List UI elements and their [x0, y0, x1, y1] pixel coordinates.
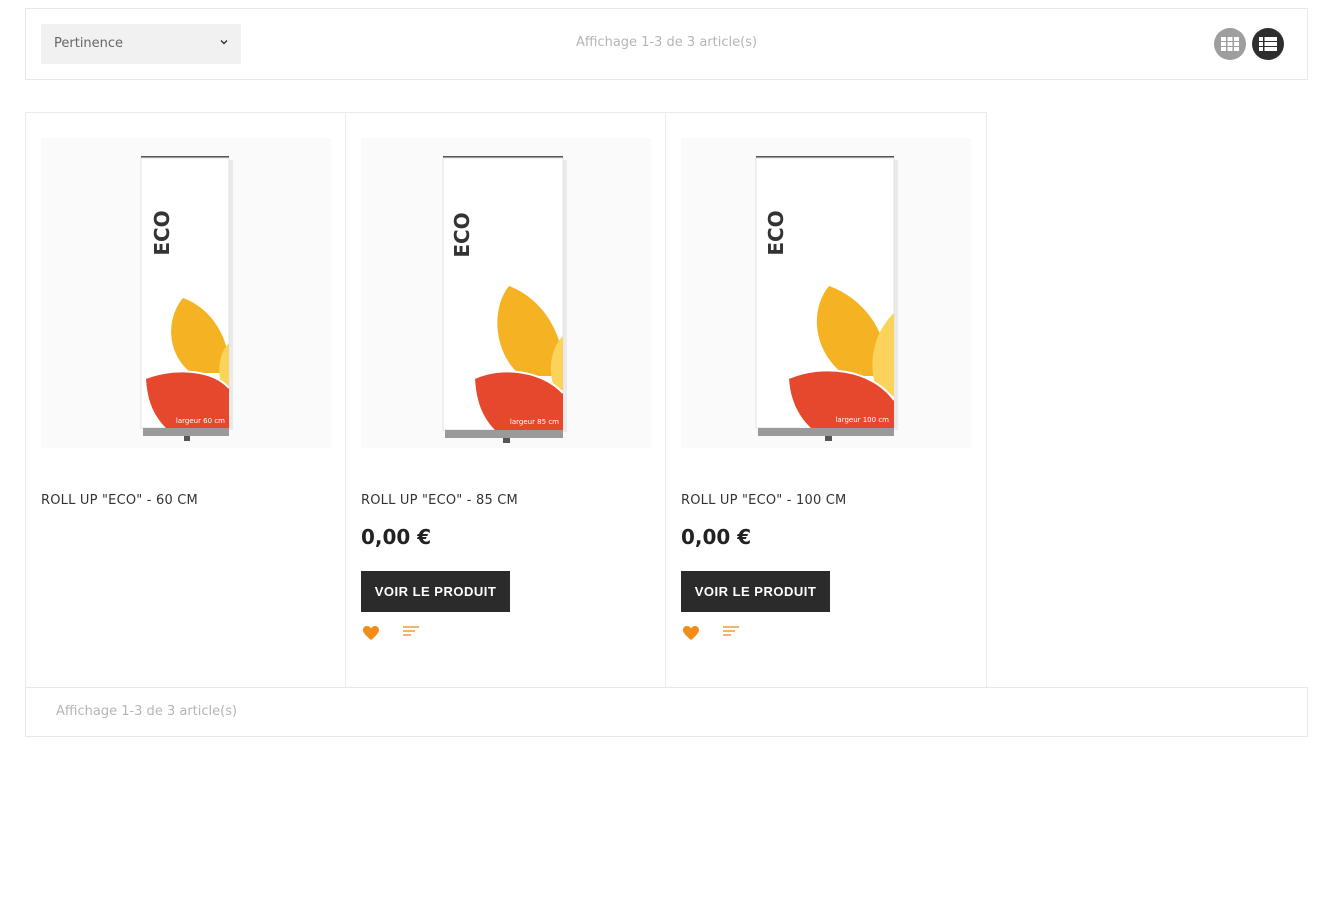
product-name[interactable]: ROLL UP "ECO" - 60 CM: [41, 493, 198, 508]
pagination-bar: Affichage 1-3 de 3 article(s): [25, 687, 1308, 737]
banner-eco-text: ECO: [764, 210, 788, 255]
product-name[interactable]: ROLL UP "ECO" - 100 CM: [681, 493, 846, 508]
product-image[interactable]: ECO largeur 60 cm: [41, 138, 331, 448]
product-list-toolbar: Pertinence Affichage 1-3 de 3 article(s): [25, 8, 1308, 80]
product-price: 0,00 €: [681, 525, 752, 549]
banner-eco-text: ECO: [150, 210, 174, 255]
results-count-bottom: Affichage 1-3 de 3 article(s): [56, 704, 238, 719]
view-product-button[interactable]: VOIR LE PRODUIT: [681, 571, 830, 612]
compare-icon[interactable]: [722, 625, 740, 639]
list-view-button[interactable]: [1252, 28, 1284, 60]
grid-view-button[interactable]: [1214, 28, 1246, 60]
heart-icon[interactable]: [682, 625, 700, 641]
product-card: ECO largeur 60 cm ROLL UP "ECO" - 60 CM: [25, 112, 345, 688]
product-price: 0,00 €: [361, 525, 432, 549]
banner-width-label: largeur 100 cm: [835, 416, 889, 424]
compare-icon[interactable]: [402, 625, 420, 639]
banner-width-label: largeur 60 cm: [176, 417, 225, 425]
product-card: ECO largeur 100 cm ROLL UP "ECO" - 100 C…: [665, 112, 987, 688]
product-image[interactable]: ECO largeur 85 cm: [361, 138, 651, 448]
rollup-banner-image: ECO largeur 100 cm: [755, 156, 898, 441]
rollup-banner-image: ECO largeur 85 cm: [442, 156, 567, 443]
product-image[interactable]: ECO largeur 100 cm: [681, 138, 971, 448]
product-card: ECO largeur 85 cm ROLL UP "ECO" - 85 CM …: [345, 112, 665, 688]
view-product-button[interactable]: VOIR LE PRODUIT: [361, 571, 510, 612]
product-name[interactable]: ROLL UP "ECO" - 85 CM: [361, 493, 518, 508]
heart-icon[interactable]: [362, 625, 380, 641]
banner-eco-text: ECO: [450, 212, 474, 257]
grid-view-icon: [1221, 37, 1239, 51]
product-grid: ECO largeur 60 cm ROLL UP "ECO" - 60 CM: [25, 112, 987, 688]
rollup-banner-image: ECO largeur 60 cm: [140, 156, 233, 441]
results-count: Affichage 1-3 de 3 article(s): [575, 35, 758, 50]
list-view-icon: [1259, 37, 1277, 51]
banner-width-label: largeur 85 cm: [510, 418, 559, 426]
